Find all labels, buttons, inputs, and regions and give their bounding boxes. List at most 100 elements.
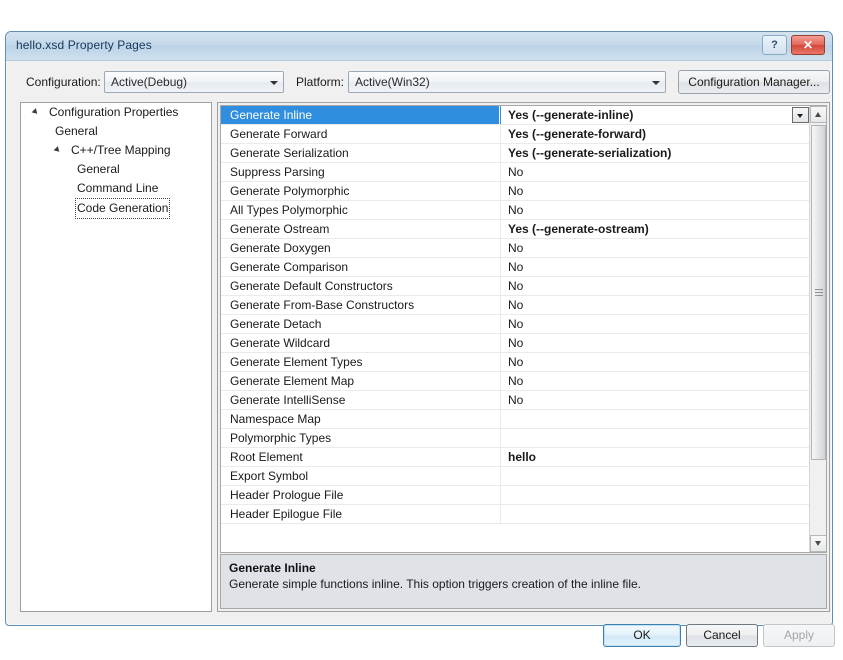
window-title: hello.xsd Property Pages bbox=[16, 38, 152, 52]
property-grid[interactable]: Generate InlineYes (--generate-inline)Ge… bbox=[220, 105, 827, 553]
property-row[interactable]: Generate DoxygenNo bbox=[221, 239, 811, 258]
property-name: Generate IntelliSense bbox=[221, 391, 499, 409]
property-name: Generate Comparison bbox=[221, 258, 499, 276]
tree-item[interactable]: Code Generation bbox=[21, 198, 211, 217]
platform-value: Active(Win32) bbox=[355, 75, 430, 89]
property-name: Generate Forward bbox=[221, 125, 499, 143]
property-value[interactable] bbox=[500, 467, 811, 485]
property-value[interactable]: No bbox=[500, 296, 811, 314]
property-row[interactable]: Generate Default ConstructorsNo bbox=[221, 277, 811, 296]
property-name: Generate Polymorphic bbox=[221, 182, 499, 200]
property-row[interactable]: Generate From-Base ConstructorsNo bbox=[221, 296, 811, 315]
property-row[interactable]: Generate InlineYes (--generate-inline) bbox=[221, 106, 811, 125]
property-value[interactable]: No bbox=[500, 163, 811, 181]
configuration-value: Active(Debug) bbox=[111, 75, 187, 89]
property-value[interactable]: Yes (--generate-ostream) bbox=[500, 220, 811, 238]
platform-dropdown[interactable]: Active(Win32) bbox=[348, 71, 666, 93]
property-value[interactable]: Yes (--generate-serialization) bbox=[500, 144, 811, 162]
configuration-dropdown[interactable]: Active(Debug) bbox=[104, 71, 284, 93]
property-row[interactable]: All Types PolymorphicNo bbox=[221, 201, 811, 220]
property-value[interactable]: Yes (--generate-inline) bbox=[500, 106, 811, 124]
property-name: Header Prologue File bbox=[221, 486, 499, 504]
ok-button[interactable]: OK bbox=[603, 624, 681, 647]
platform-label: Platform: bbox=[296, 75, 344, 89]
tree-item[interactable]: General bbox=[21, 160, 211, 179]
property-name: Generate Element Map bbox=[221, 372, 499, 390]
property-row[interactable]: Root Elementhello bbox=[221, 448, 811, 467]
property-name: All Types Polymorphic bbox=[221, 201, 499, 219]
tree-item-label: General bbox=[75, 160, 122, 179]
tree-item[interactable]: C++/Tree Mapping bbox=[21, 141, 211, 160]
properties-tree[interactable]: Configuration PropertiesGeneralC++/Tree … bbox=[20, 102, 212, 612]
property-name: Root Element bbox=[221, 448, 499, 466]
property-value[interactable]: No bbox=[500, 372, 811, 390]
grid-scrollbar[interactable] bbox=[809, 106, 826, 552]
scrollbar-thumb[interactable] bbox=[811, 125, 826, 460]
tree-item[interactable]: Command Line bbox=[21, 179, 211, 198]
property-value[interactable]: No bbox=[500, 182, 811, 200]
property-row[interactable]: Suppress ParsingNo bbox=[221, 163, 811, 182]
property-value[interactable]: No bbox=[500, 315, 811, 333]
chevron-down-icon bbox=[652, 81, 660, 85]
property-row[interactable]: Export Symbol bbox=[221, 467, 811, 486]
property-row[interactable]: Generate ForwardYes (--generate-forward) bbox=[221, 125, 811, 144]
property-grid-rows: Generate InlineYes (--generate-inline)Ge… bbox=[221, 106, 811, 524]
property-row[interactable]: Namespace Map bbox=[221, 410, 811, 429]
close-icon[interactable]: ✕ bbox=[791, 35, 825, 55]
property-row[interactable]: Generate PolymorphicNo bbox=[221, 182, 811, 201]
configuration-manager-button[interactable]: Configuration Manager... bbox=[678, 70, 830, 94]
property-row[interactable]: Generate ComparisonNo bbox=[221, 258, 811, 277]
property-row[interactable]: Header Epilogue File bbox=[221, 505, 811, 524]
property-row[interactable]: Header Prologue File bbox=[221, 486, 811, 505]
property-name: Generate Doxygen bbox=[221, 239, 499, 257]
property-row[interactable]: Generate Element MapNo bbox=[221, 372, 811, 391]
property-value[interactable] bbox=[500, 410, 811, 428]
property-row[interactable]: Generate WildcardNo bbox=[221, 334, 811, 353]
tree-item-label: Configuration Properties bbox=[47, 103, 180, 122]
property-name: Header Epilogue File bbox=[221, 505, 499, 523]
property-row[interactable]: Generate SerializationYes (--generate-se… bbox=[221, 144, 811, 163]
property-row[interactable]: Generate IntelliSenseNo bbox=[221, 391, 811, 410]
property-value[interactable]: Yes (--generate-forward) bbox=[500, 125, 811, 143]
property-row[interactable]: Generate OstreamYes (--generate-ostream) bbox=[221, 220, 811, 239]
tree-item-label: General bbox=[53, 122, 100, 141]
property-row[interactable]: Polymorphic Types bbox=[221, 429, 811, 448]
property-value[interactable]: No bbox=[500, 353, 811, 371]
expander-icon[interactable] bbox=[54, 146, 62, 154]
property-name: Generate Element Types bbox=[221, 353, 499, 371]
property-value[interactable]: No bbox=[500, 334, 811, 352]
property-row[interactable]: Generate Element TypesNo bbox=[221, 353, 811, 372]
property-grid-panel: Generate InlineYes (--generate-inline)Ge… bbox=[217, 102, 830, 612]
property-name: Generate Default Constructors bbox=[221, 277, 499, 295]
expander-icon[interactable] bbox=[32, 108, 40, 116]
tree-item-label: Command Line bbox=[75, 179, 160, 198]
title-bar: hello.xsd Property Pages ? ✕ bbox=[6, 32, 832, 61]
property-value-dropdown[interactable] bbox=[792, 107, 809, 123]
property-value[interactable]: No bbox=[500, 391, 811, 409]
property-value[interactable]: No bbox=[500, 201, 811, 219]
property-value[interactable] bbox=[500, 486, 811, 504]
property-name: Export Symbol bbox=[221, 467, 499, 485]
property-value[interactable]: No bbox=[500, 258, 811, 276]
help-icon[interactable]: ? bbox=[762, 35, 787, 55]
property-name: Generate From-Base Constructors bbox=[221, 296, 499, 314]
property-value[interactable]: No bbox=[500, 239, 811, 257]
property-pages-dialog: hello.xsd Property Pages ? ✕ Configurati… bbox=[5, 31, 833, 626]
tree-item[interactable]: General bbox=[21, 122, 211, 141]
grip-icon bbox=[815, 289, 823, 297]
property-value[interactable]: hello bbox=[500, 448, 811, 466]
property-row[interactable]: Generate DetachNo bbox=[221, 315, 811, 334]
description-title: Generate Inline bbox=[229, 560, 818, 576]
property-value[interactable]: No bbox=[500, 277, 811, 295]
tree-item[interactable]: Configuration Properties bbox=[21, 103, 211, 122]
property-name: Generate Serialization bbox=[221, 144, 499, 162]
property-value[interactable] bbox=[500, 505, 811, 523]
property-name: Polymorphic Types bbox=[221, 429, 499, 447]
property-value[interactable] bbox=[500, 429, 811, 447]
scroll-down-icon[interactable] bbox=[810, 535, 827, 552]
tree-item-label: Code Generation bbox=[75, 198, 170, 219]
arrow-down-icon bbox=[815, 541, 821, 546]
scroll-up-icon[interactable] bbox=[810, 106, 827, 123]
cancel-button[interactable]: Cancel bbox=[686, 624, 758, 647]
property-name: Generate Ostream bbox=[221, 220, 499, 238]
